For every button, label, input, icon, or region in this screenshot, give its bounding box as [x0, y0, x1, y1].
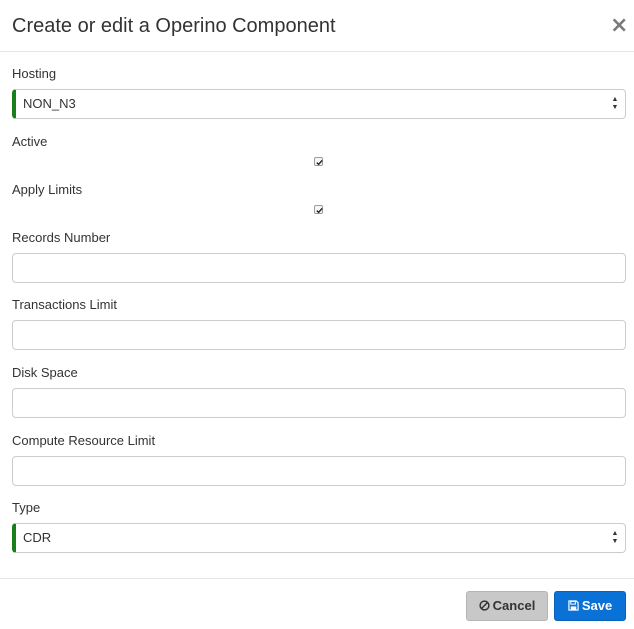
up-down-arrows-icon: ▲ ▼ [611, 530, 619, 545]
transactions-limit-input[interactable] [12, 320, 626, 350]
apply-limits-checkbox[interactable] [314, 205, 323, 214]
compute-resource-limit-input[interactable] [12, 456, 626, 486]
transactions-limit-label: Transactions Limit [12, 297, 117, 312]
hosting-label: Hosting [12, 66, 57, 81]
active-checkbox[interactable] [314, 157, 323, 166]
hosting-select[interactable]: NON_N3 ▲ ▼ [12, 89, 626, 119]
save-button-label: Save [581, 598, 613, 613]
ban-icon [479, 600, 490, 611]
active-label: Active [12, 134, 48, 149]
operino-component-dialog: Create or edit a Operino Component × Hos… [0, 0, 634, 629]
modal-footer: Cancel Save [0, 578, 634, 629]
checkmark-icon [316, 207, 323, 214]
save-button[interactable]: Save [554, 591, 626, 621]
apply-limits-label: Apply Limits [12, 182, 83, 197]
type-select-value: CDR [23, 530, 52, 545]
disk-space-input[interactable] [12, 388, 626, 418]
type-select[interactable]: CDR ▲ ▼ [12, 523, 626, 553]
close-icon[interactable]: × [610, 14, 628, 38]
modal-body: Hosting NON_N3 ▲ ▼ Active Apply Limits Re… [0, 52, 634, 578]
checkmark-icon [316, 159, 323, 166]
modal-header: Create or edit a Operino Component × [0, 0, 634, 52]
cancel-button-label: Cancel [492, 598, 536, 613]
modal-title: Create or edit a Operino Component [12, 15, 336, 37]
compute-resource-limit-label: Compute Resource Limit [12, 433, 156, 448]
up-down-arrows-icon: ▲ ▼ [611, 96, 619, 111]
records-number-label: Records Number [12, 230, 111, 245]
type-label: Type [12, 500, 41, 515]
disk-space-label: Disk Space [12, 365, 78, 380]
cancel-button[interactable]: Cancel [466, 591, 548, 621]
floppy-disk-icon [568, 600, 579, 611]
hosting-select-value: NON_N3 [23, 96, 76, 111]
records-number-input[interactable] [12, 253, 626, 283]
